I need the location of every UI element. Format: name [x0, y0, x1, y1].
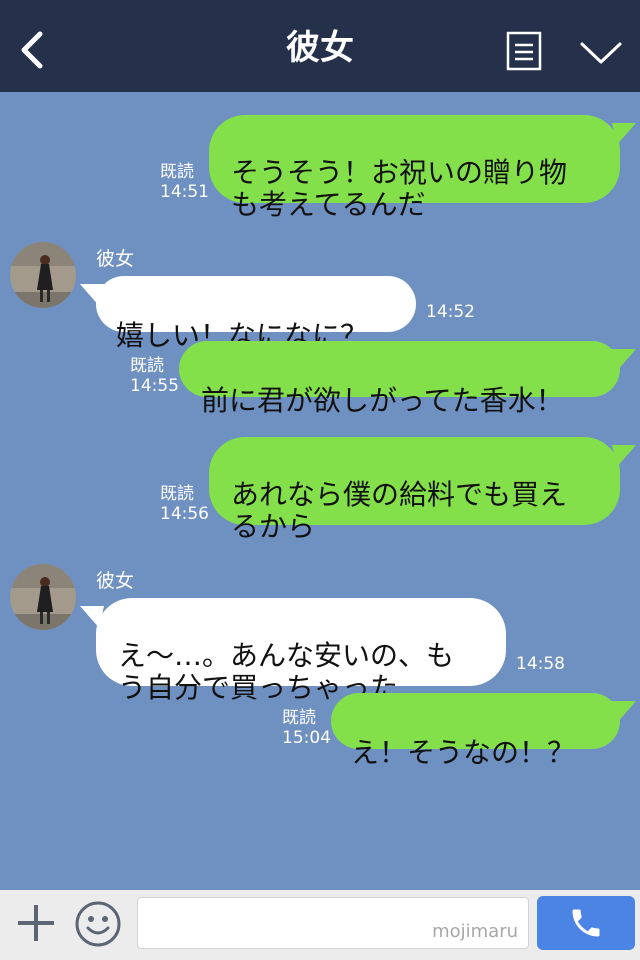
bubble-tail — [612, 349, 636, 371]
bubble-tail — [612, 445, 636, 467]
outgoing-message-bubble[interactable]: そうそう！お祝いの贈り物 も考えてるんだ — [209, 115, 636, 221]
avatar-photo — [10, 242, 76, 308]
chevron-down-icon — [580, 42, 622, 64]
bubble-tail — [612, 123, 636, 145]
bubble-tail — [80, 606, 104, 628]
bubble-tail — [612, 701, 636, 723]
message-time: 14:55 — [130, 376, 179, 396]
message-meta: 既読 15:04 — [282, 708, 331, 748]
menu-button[interactable] — [506, 31, 542, 71]
outgoing-message-bubble[interactable]: あれなら僕の給料でも買え るから — [209, 437, 636, 543]
message-text: え！そうなの！？ — [351, 736, 576, 769]
contact-avatar[interactable] — [10, 242, 76, 308]
phone-icon — [572, 909, 600, 937]
message-text: そうそう！お祝いの贈り物 も考えてるんだ — [231, 156, 568, 221]
message-meta: 既読 14:55 — [130, 356, 179, 396]
outgoing-message-bubble[interactable]: 前に君が欲しがってた香水！ — [179, 341, 636, 417]
watermark: mojimaru — [432, 921, 518, 942]
message-text: あれなら僕の給料でも買え るから — [231, 478, 568, 543]
read-receipt: 既読 — [160, 162, 194, 182]
sender-name: 彼女 — [96, 248, 135, 270]
message-text: 前に君が欲しがってた香水！ — [201, 384, 564, 417]
expand-button[interactable] — [578, 38, 624, 68]
plus-icon — [18, 905, 54, 941]
message-meta: 既読 14:56 — [160, 484, 209, 524]
message-time: 15:04 — [282, 728, 331, 748]
message-composer: mojimaru — [0, 890, 640, 960]
sender-name: 彼女 — [96, 570, 135, 592]
emoji-icon — [75, 901, 121, 947]
read-receipt: 既読 — [130, 356, 164, 376]
outgoing-message-bubble[interactable]: え！そうなの！？ — [331, 693, 636, 769]
contact-avatar[interactable] — [10, 564, 76, 630]
bubble-tail — [80, 284, 104, 306]
chat-area[interactable]: 既読 14:51 そうそう！お祝いの贈り物 も考えてるんだ 彼女 嬉しい！なにな… — [0, 92, 640, 890]
emoji-button[interactable] — [74, 900, 122, 948]
message-input-box[interactable]: mojimaru — [137, 897, 529, 949]
incoming-message-bubble[interactable]: え〜…。あんな安いの、も う自分で買っちゃった — [80, 598, 506, 704]
read-receipt: 既読 — [160, 484, 194, 504]
call-button[interactable] — [537, 896, 635, 950]
incoming-message-bubble[interactable]: 嬉しい！なになに？ — [80, 276, 416, 352]
message-meta: 既読 14:51 — [160, 162, 209, 202]
chat-title: 彼女 — [286, 28, 354, 68]
chat-header: 彼女 — [0, 0, 640, 92]
add-attachment-button[interactable] — [14, 901, 58, 945]
read-receipt: 既読 — [282, 708, 316, 728]
message-time: 14:52 — [426, 302, 475, 322]
message-time: 14:51 — [160, 182, 209, 202]
message-time: 14:58 — [516, 654, 565, 674]
avatar-photo — [10, 564, 76, 630]
menu-list-icon — [506, 31, 542, 71]
message-time: 14:56 — [160, 504, 209, 524]
